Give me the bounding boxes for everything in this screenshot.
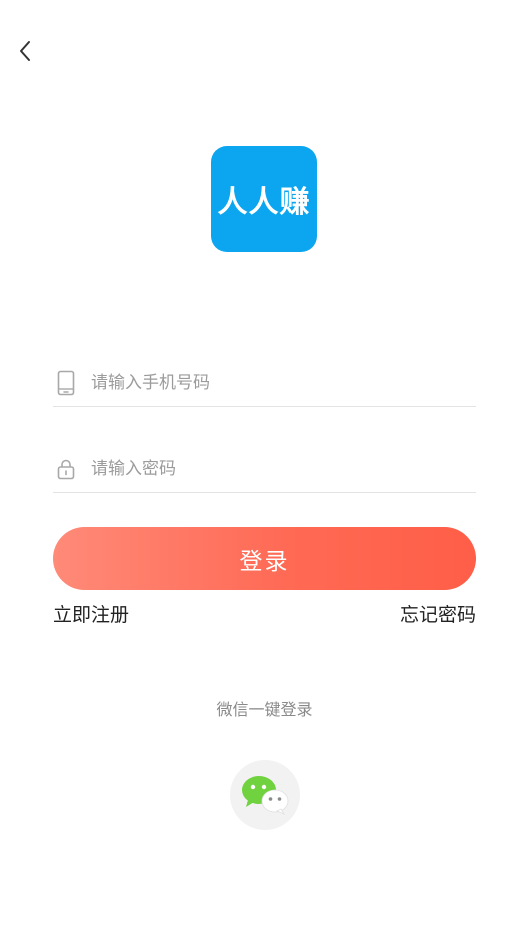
wechat-login-button[interactable] xyxy=(230,760,300,830)
app-logo-text: 人人赚 xyxy=(217,185,311,220)
login-button[interactable]: 登录 xyxy=(53,527,476,590)
phone-field xyxy=(53,359,476,407)
lock-icon xyxy=(55,455,77,483)
password-input[interactable] xyxy=(91,448,476,489)
chevron-left-icon xyxy=(20,41,30,61)
login-screen: 人人赚 登录 立即注册 忘记密码 微信一键登录 xyxy=(0,0,529,940)
password-field xyxy=(53,445,476,493)
phone-input[interactable] xyxy=(91,362,476,403)
register-link[interactable]: 立即注册 xyxy=(53,601,129,629)
back-button[interactable] xyxy=(8,32,42,70)
phone-icon xyxy=(55,369,77,397)
wechat-icon xyxy=(242,776,289,815)
wechat-login-label: 微信一键登录 xyxy=(216,700,313,719)
app-logo: 人人赚 xyxy=(211,146,317,252)
forgot-password-link[interactable]: 忘记密码 xyxy=(400,601,476,629)
